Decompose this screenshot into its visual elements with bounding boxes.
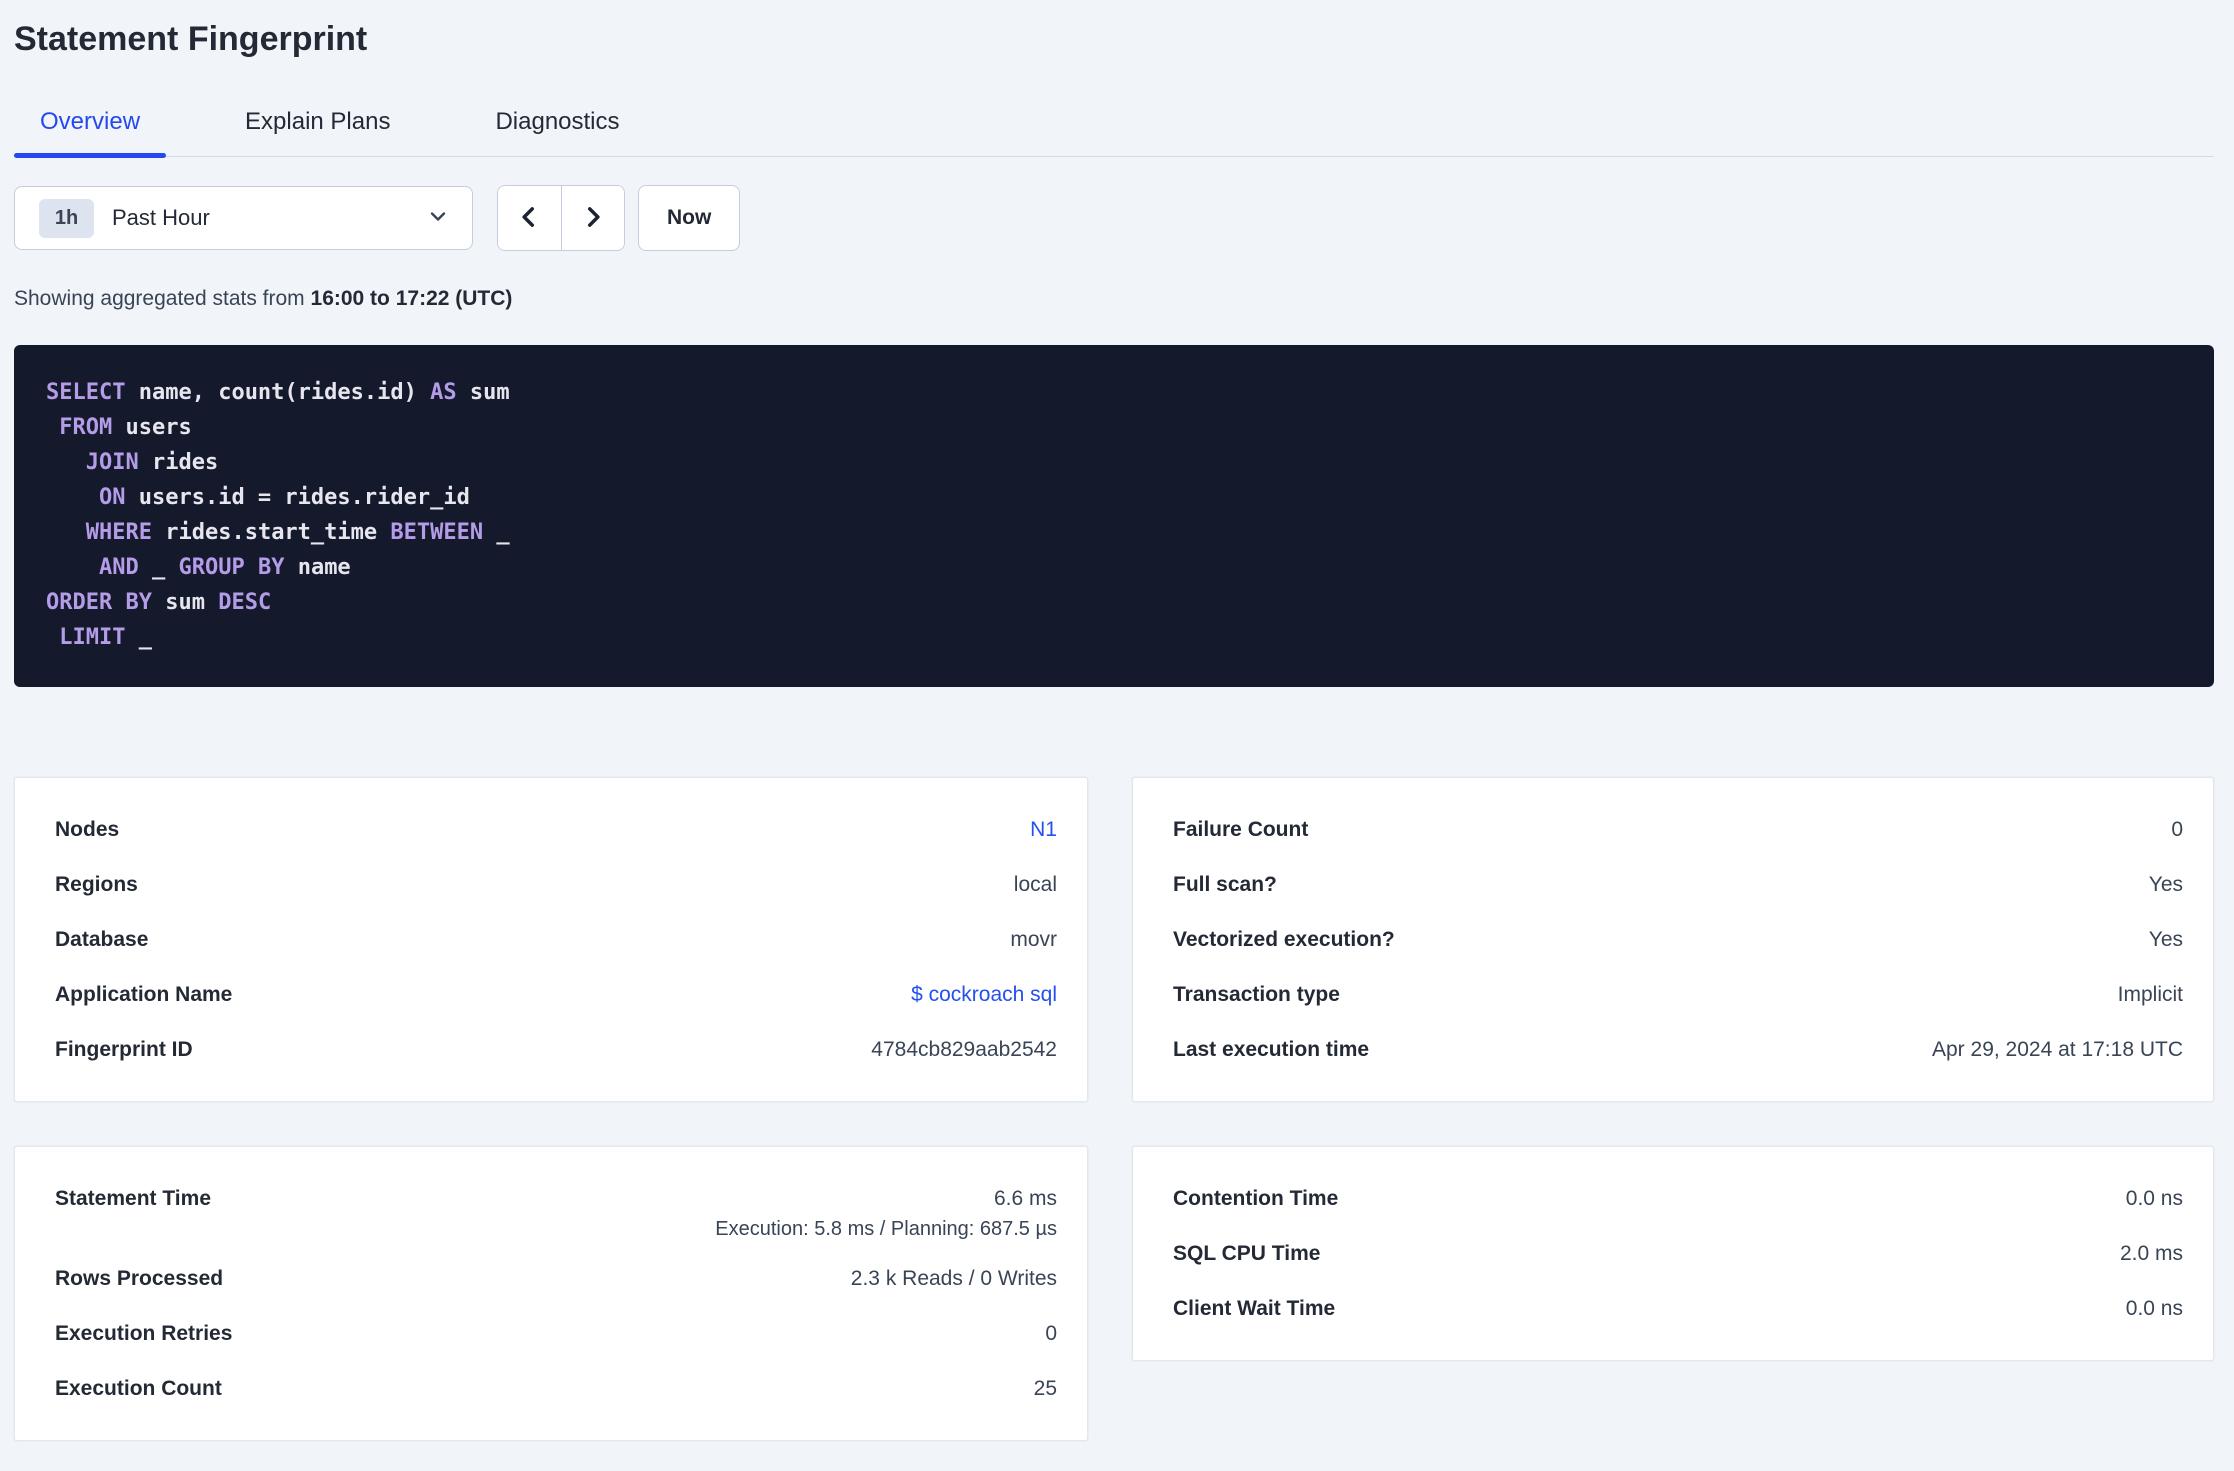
sql-line: WHERE rides.start_time BETWEEN _ bbox=[85, 520, 510, 545]
stat-value-link[interactable]: N1 bbox=[1030, 818, 1057, 842]
now-button[interactable]: Now bbox=[638, 185, 741, 251]
time-controls: 1h Past Hour Now bbox=[14, 185, 2214, 251]
stat-row: Full scan? Yes bbox=[1173, 857, 2183, 912]
stat-value: local bbox=[1013, 872, 1057, 896]
caption-time-range: 16:00 to 17:22 (UTC) bbox=[310, 287, 513, 310]
stat-value: 0 bbox=[2171, 817, 2183, 841]
sql-statement-box: SELECT name, count(rides.id) AS sum FROM… bbox=[14, 345, 2214, 687]
stat-row: Rows Processed 2.3 k Reads / 0 Writes bbox=[55, 1251, 1057, 1306]
statement-fingerprint-page: Statement Fingerprint Overview Explain P… bbox=[0, 0, 2234, 1471]
sql-code: SELECT name, count(rides.id) AS sum FROM… bbox=[46, 375, 2182, 655]
stat-label: Regions bbox=[55, 872, 138, 896]
stat-value: movr bbox=[1010, 927, 1057, 951]
tab-diagnostics[interactable]: Diagnostics bbox=[469, 108, 645, 156]
stat-row: Last execution time Apr 29, 2024 at 17:18… bbox=[1173, 1022, 2183, 1077]
stat-label: Transaction type bbox=[1173, 982, 1340, 1006]
stat-label: Nodes bbox=[55, 817, 120, 841]
stat-row: Client Wait Time 0.0 ns bbox=[1173, 1281, 2183, 1336]
page-title: Statement Fingerprint bbox=[14, 20, 368, 58]
stat-label: Vectorized execution? bbox=[1173, 927, 1395, 951]
tab-explain-plans[interactable]: Explain Plans bbox=[219, 108, 416, 156]
chevron-left-icon bbox=[516, 204, 542, 233]
stat-value: Apr 29, 2024 at 17:18 UTC bbox=[1932, 1037, 2183, 1061]
stat-row: Application Name $ cockroach sql bbox=[55, 967, 1057, 1022]
previous-time-button[interactable] bbox=[498, 186, 562, 250]
stat-row: Nodes N1 bbox=[55, 802, 1057, 857]
aggregated-stats-caption: Showing aggregated stats from 16:00 to 1… bbox=[14, 287, 2214, 311]
sql-line: AND _ GROUP BY name bbox=[98, 555, 351, 580]
sql-line: ON users.id = rides.rider_id bbox=[98, 485, 470, 510]
stat-value: 2.0 ms bbox=[2119, 1241, 2183, 1265]
stat-label: Failure Count bbox=[1173, 817, 1309, 841]
stat-row: Contention Time 0.0 ns bbox=[1173, 1171, 2183, 1226]
stat-value: 0.0 ns bbox=[2125, 1296, 2183, 1320]
stat-label: Full scan? bbox=[1173, 872, 1277, 896]
stat-value-link[interactable]: $ cockroach sql bbox=[911, 983, 1057, 1007]
stat-value: 2.3 k Reads / 0 Writes bbox=[850, 1266, 1057, 1290]
stat-subvalue: Execution: 5.8 ms / Planning: 687.5 µs bbox=[715, 1218, 1057, 1240]
stat-label: Execution Count bbox=[55, 1376, 222, 1400]
stat-value: 0.0 ns bbox=[2125, 1186, 2183, 1210]
stat-row: Regions local bbox=[55, 857, 1057, 912]
stat-label: Last execution time bbox=[1173, 1037, 1370, 1061]
stat-row: SQL CPU Time 2.0 ms bbox=[1173, 1226, 2183, 1281]
stat-label: Client Wait Time bbox=[1173, 1296, 1336, 1320]
stat-value: 25 bbox=[1033, 1376, 1057, 1400]
stat-label: Execution Retries bbox=[55, 1321, 233, 1345]
stat-label: Statement Time bbox=[55, 1186, 211, 1210]
sql-line: ORDER BY sum DESC bbox=[46, 590, 272, 615]
sql-line: JOIN rides bbox=[85, 450, 219, 475]
stat-label: Contention Time bbox=[1173, 1186, 1339, 1210]
stat-label: Rows Processed bbox=[55, 1266, 224, 1290]
stat-row: Transaction type Implicit bbox=[1173, 967, 2183, 1022]
stat-value: 4784cb829aab2542 bbox=[871, 1037, 1057, 1061]
statement-timing-panel-left: Statement Time 6.6 ms Execution: 5.8 ms / … bbox=[14, 1146, 1088, 1441]
stat-value: Yes bbox=[2148, 872, 2183, 896]
chevron-right-icon bbox=[580, 204, 606, 233]
stat-label: Fingerprint ID bbox=[55, 1037, 193, 1061]
stat-label: Database bbox=[55, 927, 149, 951]
next-time-button[interactable] bbox=[561, 186, 624, 250]
time-range-label: Past Hour bbox=[112, 205, 210, 230]
stat-value: 6.6 ms bbox=[993, 1186, 1057, 1210]
sql-line: SELECT name, count(rides.id) AS sum bbox=[46, 380, 510, 405]
stat-row: Database movr bbox=[55, 912, 1057, 967]
chevron-down-icon bbox=[426, 204, 450, 233]
stat-value: Yes bbox=[2148, 927, 2183, 951]
statement-timing-panel-right: Contention Time 0.0 ns SQL CPU Time 2.0 ms C… bbox=[1132, 1146, 2214, 1361]
sql-line: LIMIT _ bbox=[59, 625, 152, 650]
stat-value: 0 bbox=[1045, 1321, 1057, 1345]
sql-line: FROM users bbox=[59, 415, 192, 440]
statement-details-panel-right: Failure Count 0 Full scan? Yes Vectorized ex… bbox=[1132, 777, 2214, 1102]
stat-row: Execution Retries 0 bbox=[55, 1306, 1057, 1361]
time-range-badge: 1h bbox=[39, 198, 94, 238]
time-range-picker[interactable]: 1h Past Hour bbox=[14, 186, 473, 250]
tab-bar: Overview Explain Plans Diagnostics bbox=[14, 108, 2214, 158]
summary-panels: Nodes N1 Regions local Database movr Applicati… bbox=[14, 777, 2214, 1441]
time-nav-group bbox=[497, 185, 625, 251]
statement-details-panel-left: Nodes N1 Regions local Database movr Applicati… bbox=[14, 777, 1088, 1102]
tab-overview[interactable]: Overview bbox=[14, 108, 167, 158]
caption-prefix: Showing aggregated stats from bbox=[14, 287, 311, 310]
stat-row: Vectorized execution? Yes bbox=[1173, 912, 2183, 967]
stat-label: Application Name bbox=[55, 982, 233, 1006]
stat-label: SQL CPU Time bbox=[1173, 1241, 1321, 1265]
stat-value: Implicit bbox=[2117, 982, 2183, 1006]
stat-row: Fingerprint ID 4784cb829aab2542 bbox=[55, 1022, 1057, 1077]
stat-row: Failure Count 0 bbox=[1173, 802, 2183, 857]
stat-row: Execution Count 25 bbox=[55, 1361, 1057, 1416]
